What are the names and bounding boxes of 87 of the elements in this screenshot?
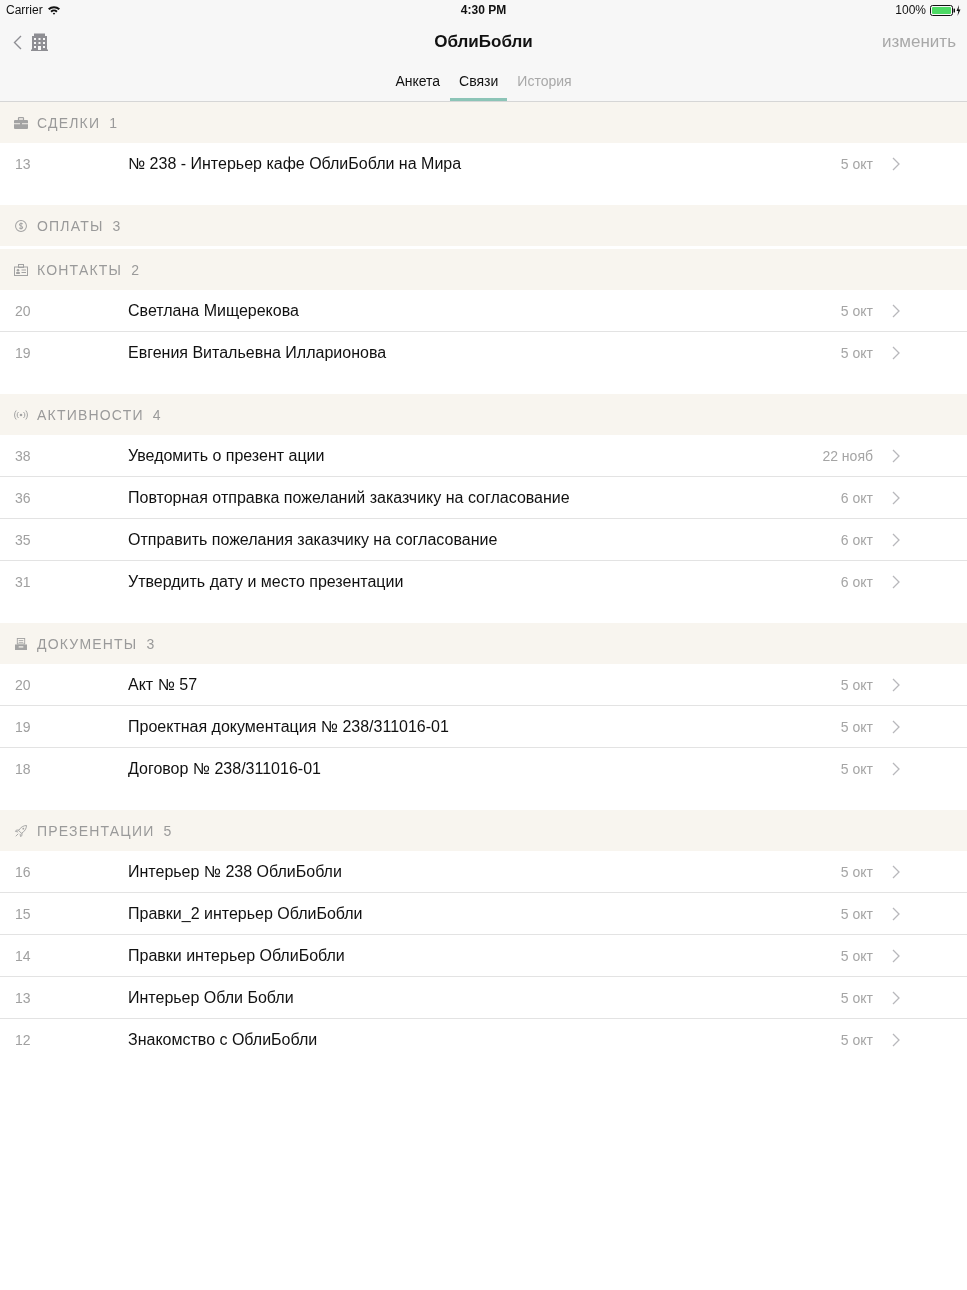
printer-icon: [14, 637, 28, 650]
section-title: КОНТАКТЫ: [37, 261, 123, 278]
row-date: 5 окт: [840, 989, 873, 1006]
chevron-right-icon: [892, 532, 900, 547]
row-number: 14: [15, 947, 32, 964]
row-number: 12: [15, 1031, 32, 1048]
screen-title: ОблиБобли: [434, 32, 533, 52]
row-title: Правки интерьер ОблиБобли: [128, 946, 345, 965]
section-count: 4: [152, 406, 161, 423]
row-title: Уведомить о презент ации: [128, 446, 325, 465]
chevron-right-icon: [892, 345, 900, 360]
back-chevron-icon[interactable]: [13, 34, 22, 50]
row-date: 5 окт: [840, 676, 873, 693]
row-date: 5 окт: [840, 905, 873, 922]
chevron-right-icon: [892, 303, 900, 318]
chevron-right-icon: [892, 156, 900, 171]
section-count: 3: [146, 635, 155, 652]
row-title: Договор № 238/311016-01: [128, 759, 321, 778]
wifi-icon: [46, 5, 61, 15]
row-title: Интерьер Обли Бобли: [128, 988, 294, 1007]
row-number: 20: [15, 676, 32, 693]
row-title: Отправить пожелания заказчику на согласование: [128, 530, 498, 549]
row-date: 6 окт: [840, 531, 873, 548]
status-time: 4:30 PM: [460, 3, 507, 17]
building-icon[interactable]: [31, 33, 48, 51]
row-date: 5 окт: [840, 863, 873, 880]
row-date: 6 окт: [840, 489, 873, 506]
row-date: 5 окт: [840, 718, 873, 735]
row-number: 19: [15, 718, 32, 735]
chevron-right-icon: [892, 490, 900, 505]
battery-charging-icon: [930, 4, 961, 16]
row-title: Светлана Мищерекова: [128, 301, 299, 320]
row-number: 15: [15, 905, 32, 922]
id-card-icon: [14, 263, 28, 276]
row-number: 20: [15, 302, 32, 319]
section-title: ДОКУМЕНТЫ: [37, 635, 138, 652]
dollar-coin-icon: [14, 219, 28, 232]
signal-waves-icon: [14, 408, 28, 421]
section-count: 2: [131, 261, 139, 278]
row-date: 6 окт: [840, 573, 873, 590]
chevron-right-icon: [892, 761, 900, 776]
section-title: ОПЛАТЫ: [37, 217, 104, 234]
section-title: СДЕЛКИ: [37, 114, 101, 131]
row-number: 18: [15, 760, 32, 777]
row-number: 35: [15, 531, 32, 548]
row-title: Акт № 57: [128, 675, 198, 694]
row-title: Знакомство с ОблиБобли: [128, 1030, 318, 1049]
row-date: 22 нояб: [822, 447, 873, 464]
row-number: 38: [15, 447, 32, 464]
row-title: Интерьер № 238 ОблиБобли: [128, 862, 342, 881]
row-date: 5 окт: [840, 760, 873, 777]
row-number: 16: [15, 863, 32, 880]
section-count: 1: [109, 114, 118, 131]
carrier-name: Carrier: [6, 3, 43, 17]
section-title: АКТИВНОСТИ: [37, 406, 144, 423]
battery-percent: 100%: [895, 3, 926, 17]
row-date: 5 окт: [840, 947, 873, 964]
chevron-right-icon: [892, 906, 900, 921]
row-number: 13: [15, 989, 32, 1006]
row-number: 13: [15, 155, 32, 172]
row-title: Проектная документация № 238/311016-01: [128, 717, 449, 736]
chevron-right-icon: [892, 574, 900, 589]
row-date: 5 окт: [840, 155, 873, 172]
chevron-right-icon: [892, 677, 900, 692]
rocket-icon: [14, 824, 28, 837]
row-title: Евгения Витальевна Илларионова: [128, 343, 387, 362]
briefcase-icon: [14, 116, 28, 129]
chevron-right-icon: [892, 990, 900, 1005]
row-title: Утвердить дату и место презентации: [128, 572, 404, 591]
row-number: 36: [15, 489, 32, 506]
section-title: ПРЕЗЕНТАЦИИ: [37, 822, 155, 839]
chevron-right-icon: [892, 448, 900, 463]
chevron-right-icon: [892, 864, 900, 879]
row-title: Повторная отправка пожеланий заказчику на согласование: [128, 488, 570, 507]
row-number: 31: [15, 573, 32, 590]
row-date: 5 окт: [840, 344, 873, 361]
chevron-right-icon: [892, 948, 900, 963]
row-number: 19: [15, 344, 32, 361]
row-title: Правки_2 интерьер ОблиБобли: [128, 904, 363, 923]
chevron-right-icon: [892, 719, 900, 734]
section-count: 3: [112, 217, 121, 234]
row-date: 5 окт: [840, 1031, 873, 1048]
section-count: 5: [163, 822, 172, 839]
row-date: 5 окт: [840, 302, 873, 319]
row-title: № 238 - Интерьер кафе ОблиБобли на Мира: [128, 154, 462, 173]
tab[interactable]: Анкета: [386, 64, 450, 101]
chevron-right-icon: [892, 1032, 900, 1047]
